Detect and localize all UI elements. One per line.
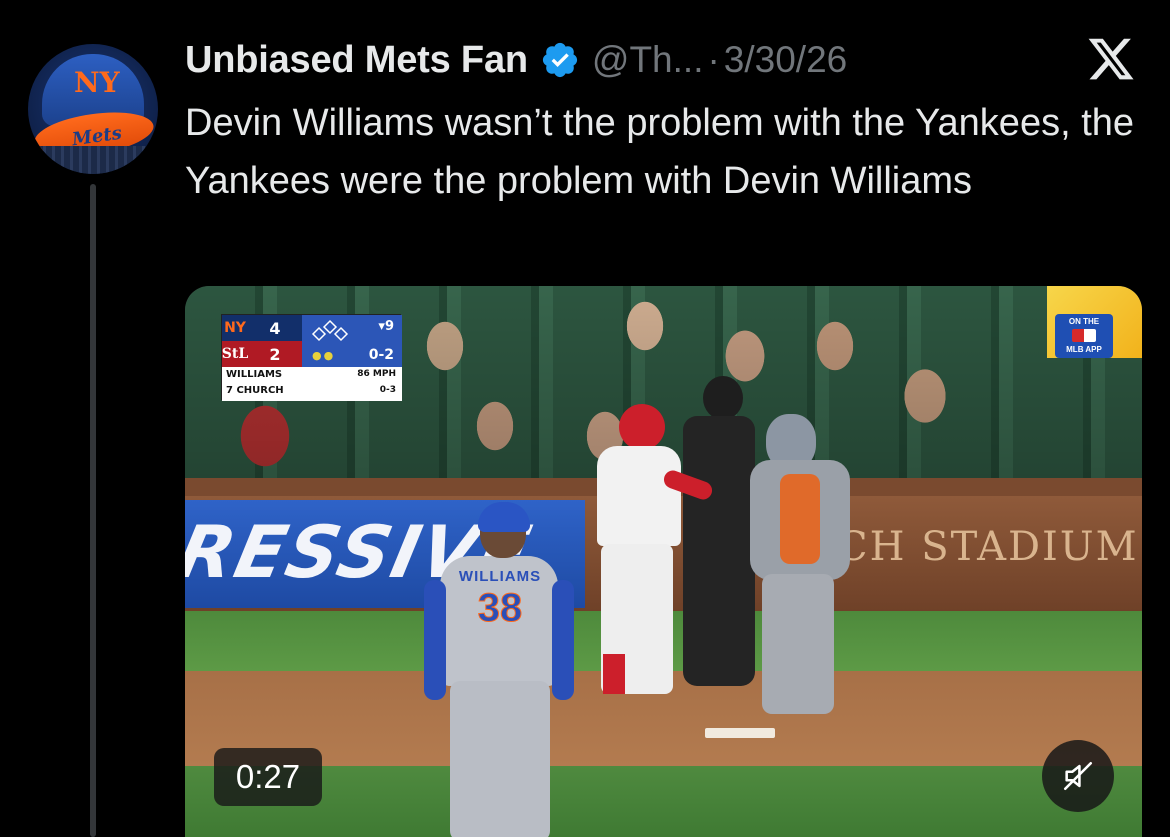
pitch-speed: 86 MPH	[357, 369, 396, 379]
pitcher-name: WILLIAMS	[226, 369, 283, 380]
pitch-count: 0-2	[368, 347, 394, 363]
bases-diamond-icon	[311, 319, 349, 342]
avatar-background	[28, 146, 158, 174]
cardinals-logo-icon: StL	[221, 346, 249, 362]
tweet-date[interactable]: 3/30/26	[724, 39, 847, 81]
scorebug-home-row: StL 2	[222, 341, 302, 367]
pitcher: WILLIAMS 38	[424, 502, 574, 837]
mets-logo-icon: NY	[224, 320, 246, 336]
mlb-badge-top: ON THE	[1068, 317, 1100, 326]
thread-line	[90, 184, 96, 837]
scorebug-status: ▾9 ●● 0-2	[302, 315, 402, 367]
video-player[interactable]: RESSIVE CH STADIUM WILLIAMS 38 NY 4 StL …	[185, 286, 1142, 837]
catcher	[740, 414, 860, 714]
away-score: 4	[269, 318, 281, 338]
separator-dot: ·	[707, 39, 720, 80]
x-logo-icon[interactable]	[1083, 34, 1139, 84]
home-score: 2	[269, 344, 281, 364]
home-plate	[705, 728, 775, 738]
tweet-text: Devin Williams wasn’t the problem with t…	[185, 102, 1135, 202]
batter-line: 0-3	[379, 385, 396, 395]
batter	[575, 404, 715, 716]
cap-logo: NY	[74, 66, 120, 99]
mlb-badge-bottom: MLB APP	[1066, 345, 1102, 354]
avatar[interactable]: NY Mets	[28, 44, 158, 174]
tweet-header: Unbiased Mets Fan @Th... · 3/30/26	[185, 36, 847, 84]
stadium-name-text: CH STADIUM	[837, 524, 1139, 570]
author-handle[interactable]: @Th...	[592, 39, 704, 81]
pitcher-jersey-number: 38	[477, 586, 523, 631]
video-duration: 0:27	[214, 748, 322, 806]
scorebug-away-row: NY 4	[222, 315, 302, 341]
scorebug: NY 4 StL 2 ▾9 ●● 0-2 WILLIAMS 7 CHURCH 8…	[221, 314, 402, 401]
muted-speaker-icon	[1063, 761, 1093, 791]
scorebug-info: WILLIAMS 7 CHURCH 86 MPH 0-3	[222, 367, 402, 401]
verified-badge-icon	[542, 42, 577, 78]
inning: ▾9	[378, 319, 394, 334]
batter-name: 7 CHURCH	[226, 385, 284, 396]
pitcher-jersey-name: WILLIAMS	[458, 568, 542, 585]
outs-indicator-icon: ●●	[312, 349, 336, 362]
mlb-logo-icon	[1072, 329, 1096, 342]
mute-button[interactable]	[1042, 740, 1114, 812]
mlb-app-badge: ON THE MLB APP	[1055, 314, 1113, 358]
author-name[interactable]: Unbiased Mets Fan	[185, 39, 528, 82]
foreground-grass	[185, 766, 1142, 837]
